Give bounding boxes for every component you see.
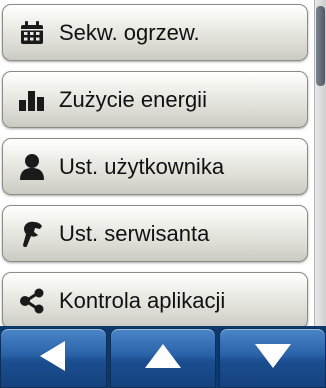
menu-item-app-control[interactable]: Kontrola aplikacji	[2, 272, 308, 329]
user-icon	[17, 152, 47, 182]
menu-item-label: Ust. użytkownika	[59, 153, 225, 179]
menu-item-label: Zużycie energii	[59, 86, 207, 112]
triangle-left-icon	[38, 339, 68, 378]
menu-item-service-settings[interactable]: Ust. serwisanta	[2, 205, 308, 262]
back-button[interactable]	[0, 328, 107, 388]
triangle-up-icon	[143, 342, 183, 375]
scrollbar[interactable]	[314, 0, 326, 330]
scrollbar-thumb[interactable]	[316, 6, 325, 86]
down-button[interactable]	[219, 328, 326, 388]
navigation-bar	[0, 326, 326, 388]
menu-item-energy-usage[interactable]: Zużycie energii	[2, 71, 308, 128]
menu-item-label: Sekw. ogrzew.	[59, 19, 200, 45]
menu-item-label: Kontrola aplikacji	[59, 287, 226, 313]
wrench-icon	[17, 219, 47, 249]
bar-chart-icon	[17, 85, 47, 115]
menu-item-user-settings[interactable]: Ust. użytkownika	[2, 138, 308, 195]
up-button[interactable]	[109, 328, 217, 388]
triangle-down-icon	[253, 342, 293, 375]
menu-item-label: Ust. serwisanta	[59, 220, 210, 246]
calendar-icon	[17, 18, 47, 48]
share-icon	[17, 286, 47, 316]
menu-item-heating-schedule[interactable]: Sekw. ogrzew.	[2, 4, 308, 61]
menu-list: Sekw. ogrzew. Zużycie energii Ust. użytk…	[0, 0, 314, 330]
